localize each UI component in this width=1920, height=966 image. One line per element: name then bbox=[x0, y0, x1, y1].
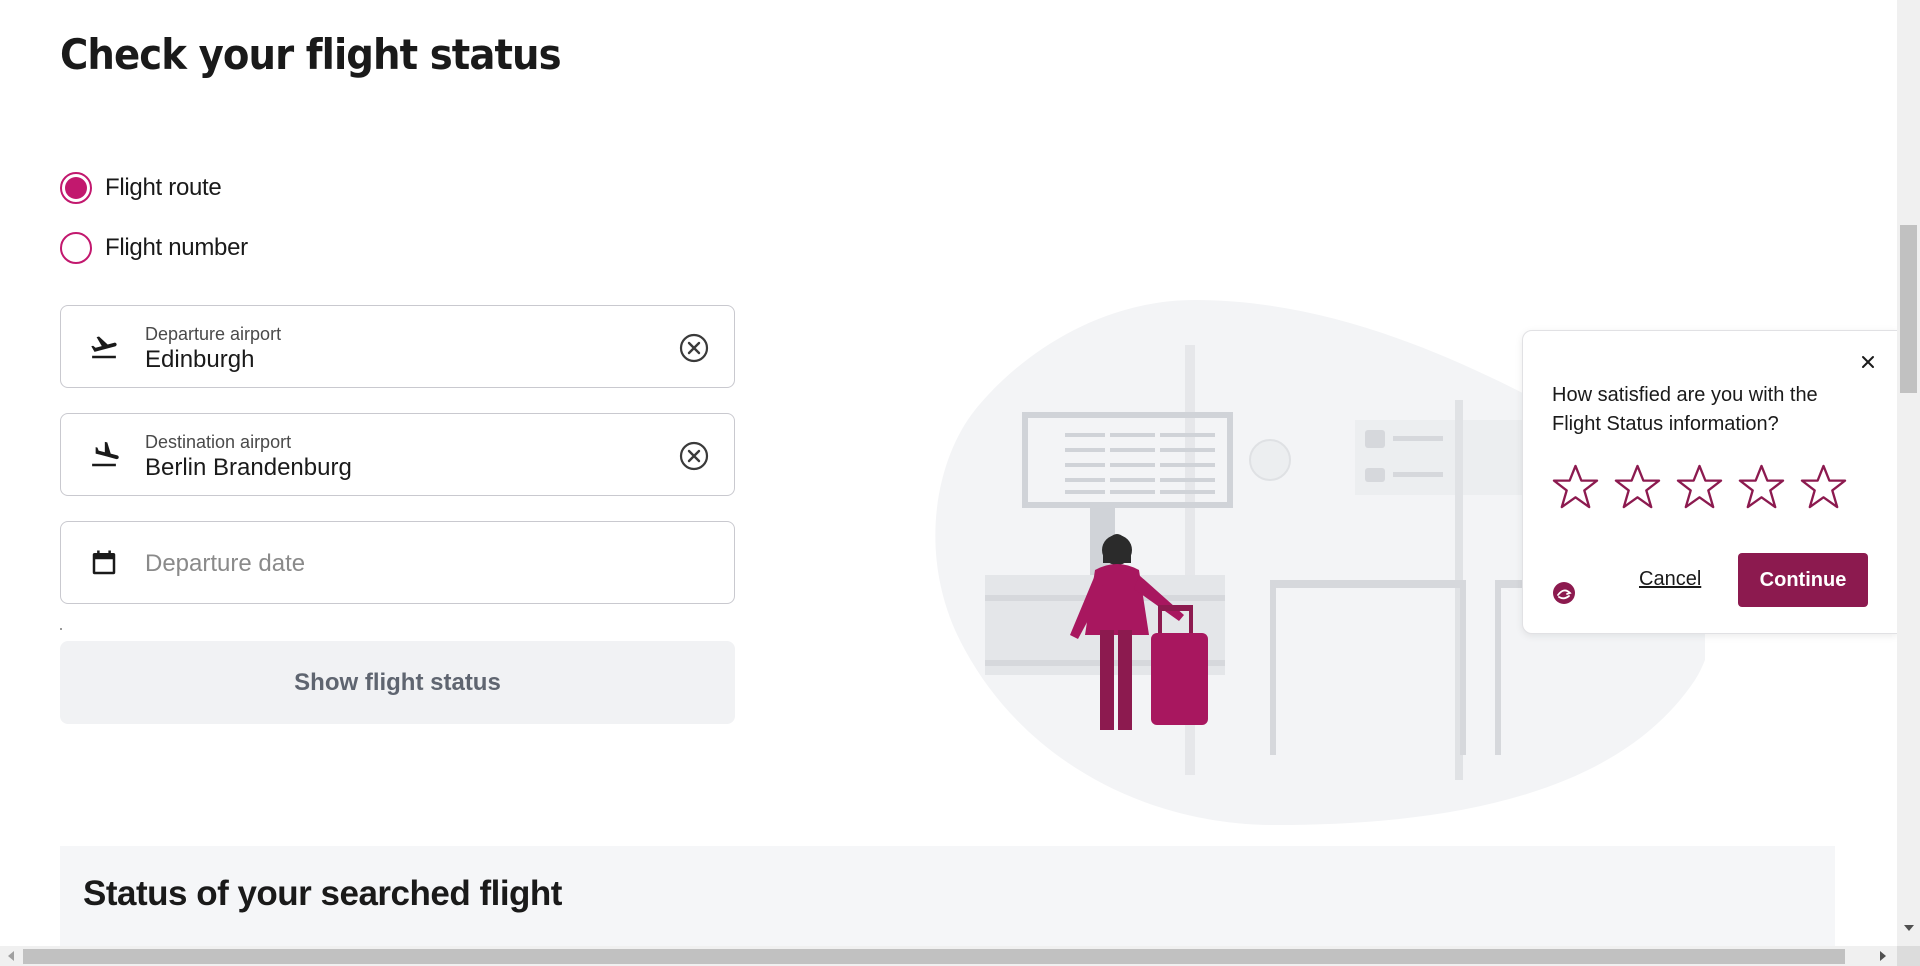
divider-dot bbox=[60, 628, 62, 630]
departure-date-field[interactable]: Departure date bbox=[60, 521, 735, 604]
star-icon-5[interactable] bbox=[1800, 463, 1847, 510]
radio-selected-dot bbox=[65, 177, 87, 199]
feedback-popup: How satisfied are you with the Flight St… bbox=[1522, 330, 1898, 634]
horizontal-scrollbar-thumb[interactable] bbox=[23, 949, 1845, 964]
clear-departure-icon[interactable] bbox=[678, 332, 710, 364]
status-section: Status of your searched flight bbox=[60, 846, 1835, 946]
radio-label-flight-number: Flight number bbox=[105, 234, 248, 261]
radio-label-flight-route: Flight route bbox=[105, 174, 222, 201]
plane-landing-icon bbox=[92, 441, 119, 467]
star-icon-4[interactable] bbox=[1738, 463, 1785, 510]
feedback-logo-icon bbox=[1553, 582, 1575, 604]
star-rating[interactable] bbox=[1552, 463, 1847, 510]
show-flight-status-button[interactable]: Show flight status bbox=[60, 641, 735, 724]
status-section-title: Status of your searched flight bbox=[83, 874, 562, 913]
scrollbar-corner bbox=[1897, 946, 1920, 966]
star-icon-1[interactable] bbox=[1552, 463, 1599, 510]
clear-destination-icon[interactable] bbox=[678, 440, 710, 472]
destination-airport-value[interactable]: Berlin Brandenburg bbox=[145, 454, 352, 482]
vertical-scrollbar[interactable] bbox=[1897, 0, 1920, 946]
close-icon[interactable] bbox=[1857, 351, 1879, 373]
destination-airport-field[interactable]: Destination airport Berlin Brandenburg bbox=[60, 413, 735, 496]
departure-airport-value[interactable]: Edinburgh bbox=[145, 346, 254, 374]
radio-flight-number[interactable]: Flight number bbox=[60, 232, 248, 264]
star-icon-3[interactable] bbox=[1676, 463, 1723, 510]
radio-flight-route[interactable]: Flight route bbox=[60, 172, 222, 204]
calendar-icon bbox=[92, 550, 116, 575]
scroll-right-icon[interactable] bbox=[1880, 951, 1886, 961]
scroll-down-icon[interactable] bbox=[1904, 925, 1914, 931]
continue-button[interactable]: Continue bbox=[1738, 553, 1868, 607]
plane-takeoff-icon bbox=[91, 336, 117, 359]
radio-button[interactable] bbox=[60, 172, 92, 204]
feedback-question: How satisfied are you with the Flight St… bbox=[1552, 384, 1818, 435]
horizontal-scrollbar[interactable] bbox=[0, 946, 1897, 966]
page-title: Check your flight status bbox=[60, 30, 562, 79]
scroll-left-icon[interactable] bbox=[8, 951, 14, 961]
star-icon-2[interactable] bbox=[1614, 463, 1661, 510]
radio-button[interactable] bbox=[60, 232, 92, 264]
departure-airport-label: Departure airport bbox=[145, 324, 282, 344]
departure-date-placeholder: Departure date bbox=[145, 550, 306, 577]
vertical-scrollbar-thumb[interactable] bbox=[1900, 225, 1917, 393]
cancel-link[interactable]: Cancel bbox=[1639, 568, 1701, 591]
departure-airport-field[interactable]: Departure airport Edinburgh bbox=[60, 305, 735, 388]
destination-airport-label: Destination airport bbox=[145, 432, 292, 452]
